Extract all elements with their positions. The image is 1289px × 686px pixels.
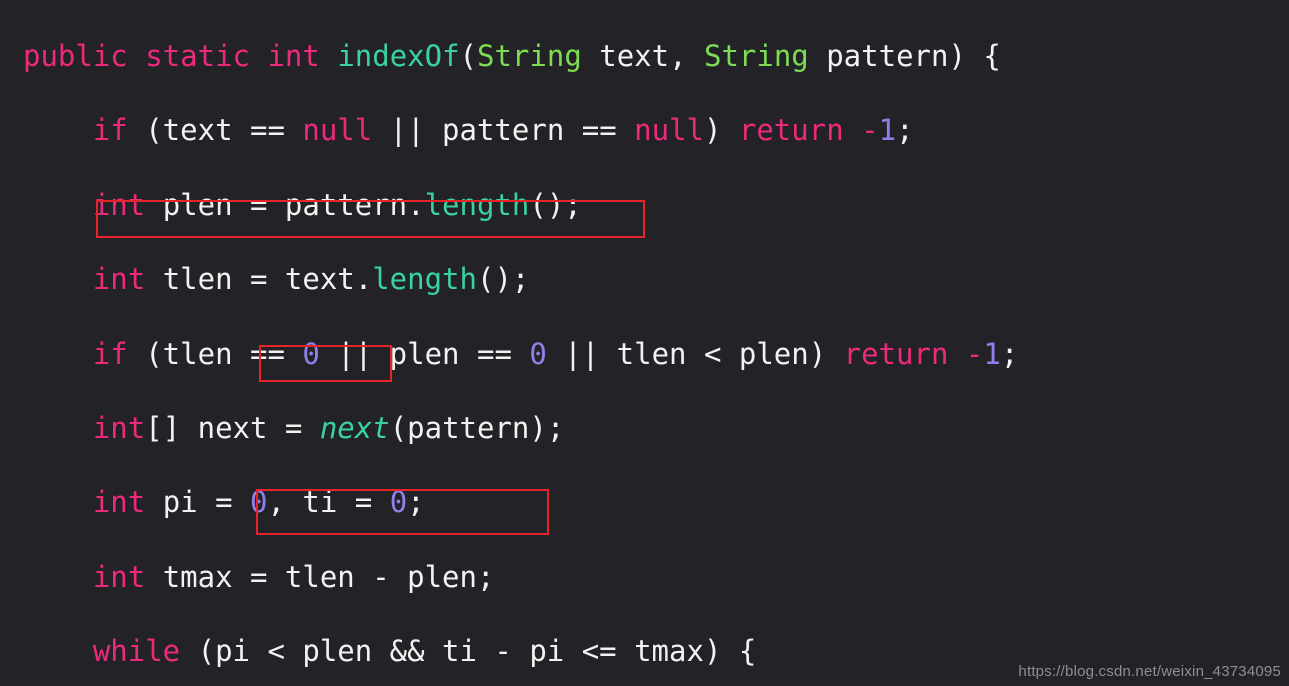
code-line: if (text == null || pattern == null) ret… [23,112,1106,149]
code-token: 1 [983,336,1001,371]
code-token: 1 [878,113,897,148]
code-line: public static int indexOf(String text, S… [23,38,1106,75]
code-token: return [843,336,949,371]
code-token: int [92,410,146,445]
code-token: text, [581,39,704,73]
code-block: public static int indexOf(String text, S… [23,38,1106,686]
code-token: || plen == [319,336,530,371]
code-token: 0 [389,485,408,520]
code-token: pi = [145,485,250,520]
code-token: 0 [529,336,547,371]
code-token: ; [407,485,425,520]
code-token: ; [896,113,914,148]
code-token: plen = pattern. [145,187,425,222]
code-token: int [92,485,146,520]
code-token: ) [703,113,739,148]
code-token: (pattern); [389,410,565,445]
code-token: int [92,187,146,222]
code-token: if [92,336,128,371]
code-token: null [634,113,704,148]
code-line: int plen = pattern.length(); [23,187,1106,224]
code-token: if [92,113,128,148]
code-token: null [302,113,373,148]
code-token: ; [1000,336,1019,371]
code-token: , ti = [267,485,390,520]
code-token: [] next = [145,410,320,445]
code-token: pattern) { [808,39,1001,73]
code-token: static [145,39,250,73]
code-token: (pi < plen && ti - pi <= tmax) { [180,634,757,669]
code-line: int tmax = tlen - plen; [23,559,1106,596]
code-token: (); [529,187,582,222]
code-token: String [704,39,809,73]
code-line: while (pi < plen && ti - pi <= tmax) { [23,633,1106,670]
code-token: String [477,39,582,73]
code-line: int tlen = text.length(); [23,261,1106,298]
code-line: if (tlen == 0 || plen == 0 || tlen < ple… [23,336,1106,373]
code-token: || pattern == [372,113,635,148]
code-line: int pi = 0, ti = 0; [23,484,1106,521]
code-screenshot: public static int indexOf(String text, S… [0,0,1289,686]
code-token: - [965,336,984,371]
code-token: (); [476,262,530,297]
code-token: (text == [127,113,303,148]
code-token: int [92,559,146,594]
code-token: public [23,39,128,73]
code-token: ( [459,39,478,73]
code-token: || tlen < plen) [546,336,844,371]
code-token: int [267,39,320,73]
code-token: length [372,262,477,297]
code-token: indexOf [337,39,460,73]
code-token: - [861,113,879,148]
code-token: int [92,262,146,297]
code-token: (tlen == [127,336,303,371]
code-token: tmax = tlen - plen; [145,559,495,594]
code-token: while [92,634,181,669]
code-token: 0 [302,336,320,371]
code-token: next [319,410,390,445]
code-token: 0 [250,485,268,520]
code-token: return [738,113,844,148]
code-token: length [424,187,530,222]
code-line: int[] next = next(pattern); [23,410,1106,447]
watermark-url: https://blog.csdn.net/weixin_43734095 [1018,663,1281,680]
code-token: tlen = text. [145,262,373,297]
